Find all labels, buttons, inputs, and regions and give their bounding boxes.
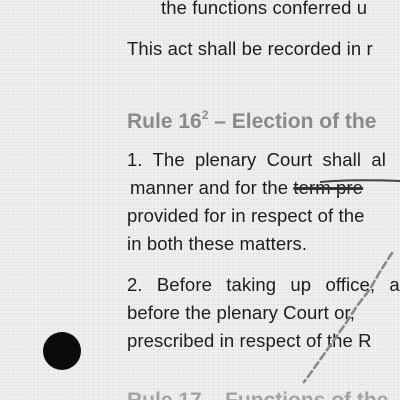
overline-pen-stroke [319,179,400,183]
pen-stroke-marks [302,179,400,384]
document-page: the functions conferred u This act shall… [0,0,400,400]
diagonal-pen-stroke [302,251,394,384]
